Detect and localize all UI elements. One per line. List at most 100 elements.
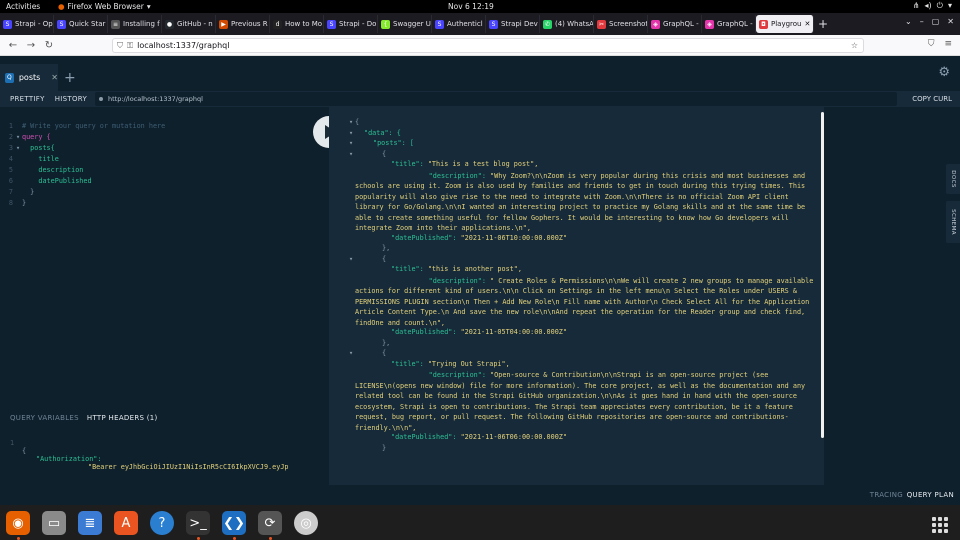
- forward-icon[interactable]: →: [22, 40, 40, 51]
- description-value: "description": "Open-source & Contributi…: [355, 370, 819, 433]
- fold-arrow-icon[interactable]: ▾: [349, 349, 353, 357]
- docs-tab[interactable]: DOCS: [946, 164, 960, 194]
- browser-tab[interactable]: S Strapi - Do: [324, 15, 378, 33]
- http-headers-editor[interactable]: 1 { "Authorization": "Bearer eyJhbGciOiJ…: [0, 431, 329, 485]
- token: {: [382, 254, 387, 263]
- code-line: 8 }: [0, 199, 26, 210]
- browser-tab[interactable]: ▶ Previous R: [216, 15, 270, 33]
- fold-arrow-icon[interactable]: ▾: [349, 139, 353, 147]
- endpoint-text: http://localhost:1337/graphql: [108, 95, 203, 103]
- playground-footer: TRACING QUERY PLAN: [0, 485, 960, 505]
- menu-icon[interactable]: ≡: [944, 39, 952, 49]
- result-text: "title": "This is a test blog post",: [391, 160, 538, 168]
- pocket-icon[interactable]: ⛉: [928, 39, 935, 49]
- browser-tab[interactable]: ✂ Screenshot: [594, 15, 648, 33]
- code-text: posts{: [22, 144, 55, 152]
- browser-tab[interactable]: ✆ (4) WhatsA: [540, 15, 594, 33]
- bottom-pane-tabs: QUERY VARIABLES HTTP HEADERS (1): [0, 407, 329, 429]
- browser-tab[interactable]: ≡ Installing f: [108, 15, 162, 33]
- tab-favicon-icon: ✆: [543, 19, 552, 29]
- clock[interactable]: Nov 6 12:19: [448, 2, 494, 11]
- fold-arrow-icon[interactable]: ▾: [349, 150, 353, 158]
- reload-icon[interactable]: ↻: [40, 40, 58, 51]
- result-text: "data": {: [364, 129, 401, 137]
- tab-query-variables[interactable]: QUERY VARIABLES: [10, 414, 79, 422]
- prettify-button[interactable]: PRETTIFY: [10, 95, 45, 103]
- url-text: localhost:1337/graphql: [137, 41, 230, 50]
- minimize-icon[interactable]: –: [920, 17, 924, 26]
- app-menu[interactable]: ● Firefox Web Browser ▾: [58, 2, 151, 11]
- tab-favicon-icon: ≡: [111, 19, 120, 29]
- fold-arrow-icon[interactable]: ▾: [349, 118, 353, 126]
- help-icon[interactable]: ?: [150, 511, 174, 535]
- result-text: "datePublished": "2021-11-06T10:00:00.00…: [391, 234, 567, 242]
- show-apps-icon[interactable]: [932, 517, 948, 533]
- result-pane[interactable]: ▾{▾ "data": {▾ "posts": [▾{"title": "This …: [329, 107, 824, 485]
- query-plan-button[interactable]: QUERY PLAN: [907, 491, 954, 499]
- result-text: {: [382, 150, 386, 158]
- close-icon[interactable]: ✕: [947, 17, 954, 26]
- gear-icon[interactable]: ⚙: [938, 65, 950, 80]
- fold-arrow-icon[interactable]: ▾: [349, 255, 353, 263]
- vscode-icon[interactable]: ❮❯: [222, 511, 246, 535]
- page-info-icon[interactable]: ⚿: [127, 41, 133, 51]
- close-icon[interactable]: ✕: [805, 20, 811, 28]
- bookmark-star-icon[interactable]: ☆: [851, 41, 858, 50]
- code-line: 5 description: [0, 166, 83, 177]
- back-icon[interactable]: ←: [4, 40, 22, 51]
- files-icon[interactable]: ▭: [42, 511, 66, 535]
- history-button[interactable]: HISTORY: [55, 95, 87, 103]
- text-editor-icon[interactable]: ≣: [78, 511, 102, 535]
- browser-tab[interactable]: ◈ GraphQL -: [702, 15, 756, 33]
- new-tab-icon[interactable]: +: [818, 17, 828, 31]
- browser-tab[interactable]: ◘ Playgrou ✕: [756, 15, 814, 33]
- schema-tab-label: SCHEMA: [950, 209, 957, 235]
- tracing-button[interactable]: TRACING: [870, 491, 903, 499]
- copy-curl-button[interactable]: COPY CURL: [912, 95, 952, 103]
- browser-tab[interactable]: S Authenticl: [432, 15, 486, 33]
- token: "this is another post",: [423, 265, 522, 273]
- firefox-icon[interactable]: ◉: [6, 511, 30, 535]
- browser-tab[interactable]: d How to Mo: [270, 15, 324, 33]
- query-editor[interactable]: 1 # Write your query or mutation here 2 ▾ q…: [0, 107, 329, 407]
- token: "title":: [391, 265, 424, 273]
- browser-nav-bar: ← → ↻ ⛉ ⚿ localhost:1337/graphql ☆ ⛉ ≡: [0, 35, 960, 56]
- description-key: "description":: [428, 276, 486, 285]
- url-bar[interactable]: ⛉ ⚿ localhost:1337/graphql ☆: [112, 38, 864, 53]
- tab-title: Playgrou: [771, 20, 802, 28]
- endpoint-input[interactable]: http://localhost:1337/graphql: [95, 92, 897, 106]
- system-tray[interactable]: ⋔ ◂) ⏻ ▾: [913, 1, 952, 11]
- header-key: "Authorization":: [36, 455, 102, 463]
- browser-tab[interactable]: ◈ GraphQL -: [648, 15, 702, 33]
- browser-tab[interactable]: ● GitHub - n: [162, 15, 216, 33]
- query-icon: Q: [5, 72, 14, 83]
- schema-tab[interactable]: SCHEMA: [946, 201, 960, 243]
- tab-list-icon[interactable]: ⌄: [905, 17, 912, 26]
- shield-icon[interactable]: ⛉: [117, 41, 123, 51]
- header-value: "Bearer eyJhbGciOiJIUzI1NiIsInR5cCI6IkpX…: [88, 463, 289, 471]
- browser-tab[interactable]: {Swagger U: [378, 15, 432, 33]
- tab-title: (4) WhatsA: [555, 20, 594, 28]
- tab-posts[interactable]: Q posts ✕: [0, 64, 58, 91]
- result-text: },: [382, 244, 390, 252]
- browser-tab[interactable]: S Quick Star: [54, 15, 108, 33]
- fold-arrow-icon[interactable]: ▾: [349, 129, 353, 137]
- software-store-icon[interactable]: A: [114, 511, 138, 535]
- terminal-icon[interactable]: >_: [186, 511, 210, 535]
- tab-http-headers[interactable]: HTTP HEADERS (1): [87, 414, 158, 422]
- browser-tab[interactable]: S Strapi Dev: [486, 15, 540, 33]
- dock: ◉ ▭ ≣ A? >_ ❮❯ ⟳ ◎: [0, 505, 960, 540]
- token: },: [382, 244, 391, 252]
- activities-button[interactable]: Activities: [6, 2, 40, 11]
- disc-icon[interactable]: ◎: [294, 511, 318, 535]
- app-menu-label: Firefox Web Browser: [67, 2, 144, 11]
- maximize-icon[interactable]: ▢: [932, 17, 940, 26]
- browser-tab[interactable]: S Strapi - Op: [0, 15, 54, 33]
- description-key: "description":: [428, 371, 486, 379]
- code-line: 6 datePublished: [0, 177, 92, 188]
- add-tab-icon[interactable]: +: [64, 70, 76, 86]
- close-icon[interactable]: ✕: [51, 73, 58, 82]
- updater-icon[interactable]: ⟳: [258, 511, 282, 535]
- result-scrollbar[interactable]: [821, 112, 824, 438]
- token: "datePublished":: [391, 433, 457, 441]
